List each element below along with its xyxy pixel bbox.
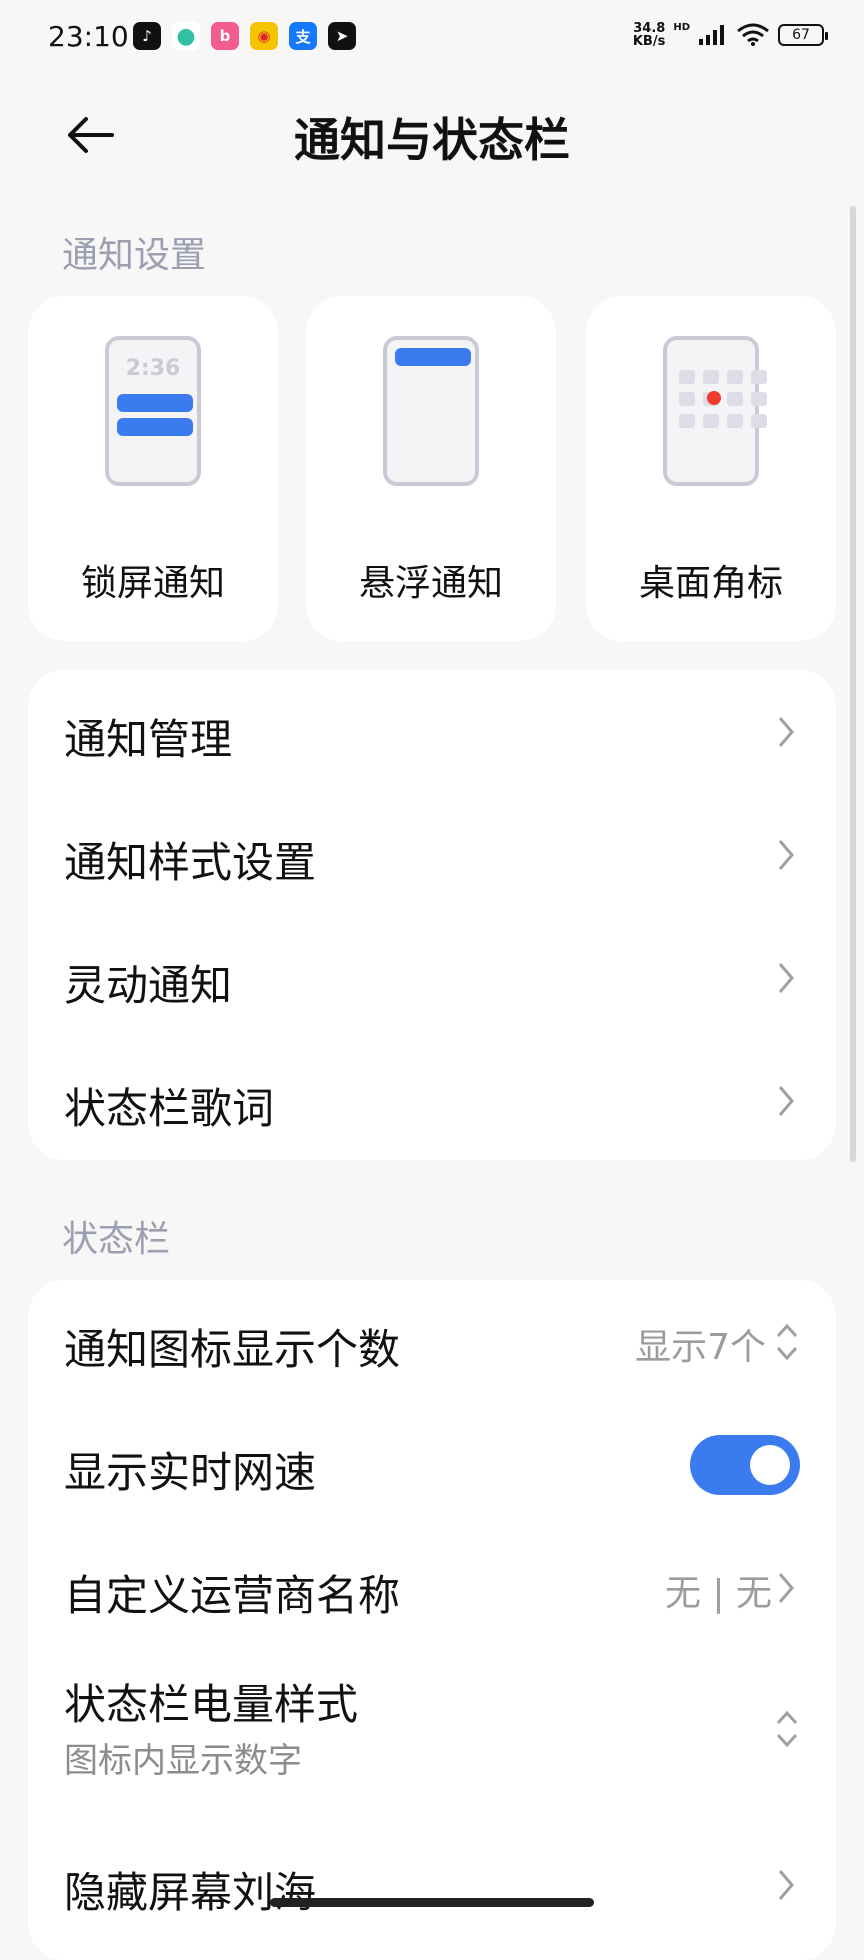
lockscreen-preview-icon: 2:36 — [105, 336, 201, 486]
row-net-speed[interactable]: 显示实时网速 — [28, 1403, 836, 1526]
row-statusbar-lyrics[interactable]: 状态栏歌词 — [28, 1039, 836, 1160]
battery-indicator: 67 — [778, 24, 828, 46]
status-app-icons: ♪ ● b ◉ 支 ➤ — [133, 22, 356, 50]
badge-preview-icon — [663, 336, 767, 486]
scrollbar[interactable] — [850, 206, 856, 1162]
status-bar: 23:10 ♪ ● b ◉ 支 ➤ 34.8 KB/s HD 67 — [0, 0, 864, 80]
card-label: 锁屏通知 — [80, 563, 225, 604]
row-dynamic-notification[interactable]: 灵动通知 — [28, 916, 836, 1039]
section-notification-settings: 通知设置 — [62, 235, 207, 276]
up-down-arrow-icon — [776, 1710, 798, 1748]
app-badge-card[interactable]: 桌面角标 — [586, 296, 836, 641]
floating-preview-icon — [383, 336, 479, 486]
tiktok-icon: ♪ — [133, 22, 161, 50]
net-speed-toggle[interactable] — [690, 1435, 800, 1495]
carrier-value: 无 | 无 — [664, 1573, 772, 1614]
preview-time: 2:36 — [125, 356, 181, 381]
app-arrow-icon: ➤ — [328, 22, 356, 50]
weibo-icon: ◉ — [250, 22, 278, 50]
notification-settings-group: 通知管理 通知样式设置 灵动通知 状态栏歌词 — [28, 670, 836, 1160]
row-notification-style[interactable]: 通知样式设置 — [28, 793, 836, 916]
chevron-right-icon — [778, 840, 794, 870]
card-label: 桌面角标 — [638, 563, 783, 604]
chevron-right-icon — [778, 1086, 794, 1116]
floating-notification-card[interactable]: 悬浮通知 — [306, 296, 556, 641]
app-green-icon: ● — [172, 22, 200, 50]
battery-style-value: 图标内显示数字 — [64, 1741, 302, 1781]
wifi-icon — [737, 23, 769, 46]
row-carrier-name[interactable]: 自定义运营商名称 无 | 无 — [28, 1526, 836, 1649]
up-down-arrow-icon — [776, 1323, 798, 1361]
section-status-bar: 状态栏 — [62, 1219, 171, 1260]
row-battery-style[interactable]: 状态栏电量样式 图标内显示数字 — [28, 1649, 836, 1809]
chevron-right-icon — [778, 1573, 794, 1603]
signal-icon — [699, 25, 724, 45]
icon-count-value: 显示7个 — [635, 1327, 766, 1368]
status-time: 23:10 — [48, 20, 129, 53]
chevron-right-icon — [778, 717, 794, 747]
network-speed: 34.8 KB/s — [632, 21, 666, 49]
chevron-right-icon — [778, 963, 794, 993]
alipay-icon: 支 — [289, 22, 317, 50]
lockscreen-notification-card[interactable]: 2:36 锁屏通知 — [28, 296, 278, 641]
chevron-right-icon — [778, 1870, 794, 1900]
badge-dot-icon — [707, 391, 721, 405]
status-bar-group: 通知图标显示个数 显示7个 显示实时网速 自定义运营商名称 无 | 无 状态栏电… — [28, 1280, 836, 1960]
page-title: 通知与状态栏 — [294, 113, 570, 167]
hd-indicator: HD — [673, 22, 690, 33]
home-indicator[interactable] — [270, 1898, 594, 1907]
row-notification-management[interactable]: 通知管理 — [28, 670, 836, 793]
bilibili-icon: b — [211, 22, 239, 50]
row-icon-count[interactable]: 通知图标显示个数 显示7个 — [28, 1280, 836, 1403]
card-label: 悬浮通知 — [358, 563, 503, 604]
